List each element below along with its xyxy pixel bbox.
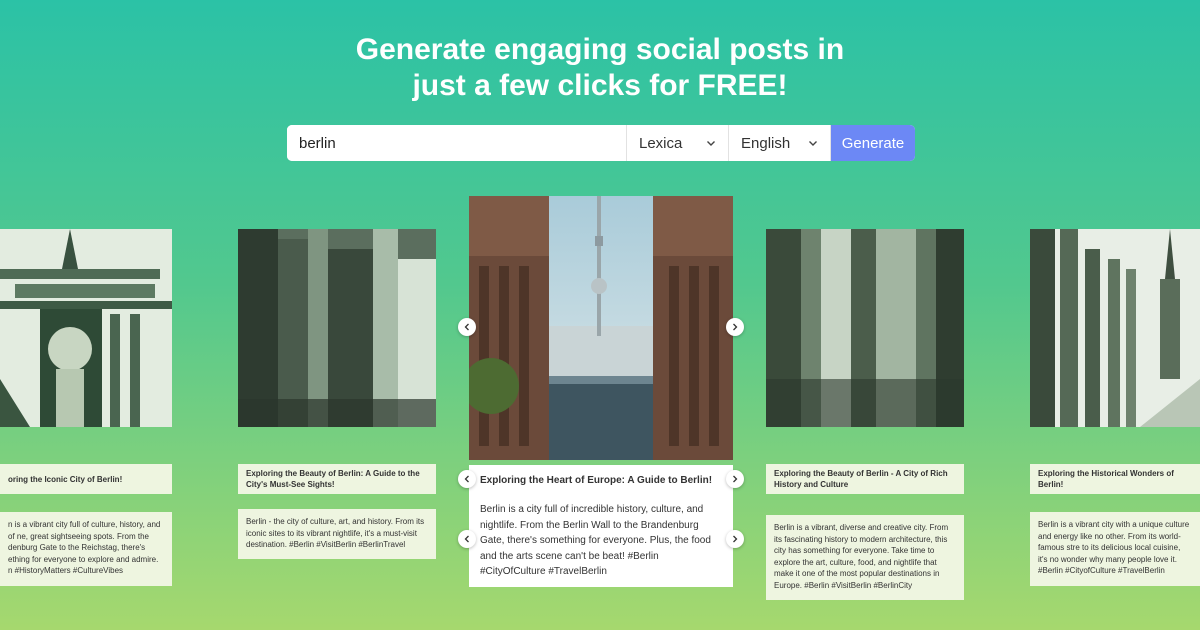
chevron-down-icon — [809, 141, 817, 146]
headline-line-2: just a few clicks for FREE! — [412, 69, 788, 102]
post-body: n is a vibrant city full of culture, his… — [0, 512, 172, 586]
chevron-left-icon — [464, 323, 469, 331]
generate-button[interactable]: Generate — [831, 125, 915, 161]
chevron-right-icon — [733, 323, 738, 331]
post-body: Berlin is a city full of incredible hist… — [469, 494, 733, 587]
image-prev-button[interactable] — [458, 318, 476, 336]
search-input[interactable] — [287, 125, 627, 161]
post-title: Exploring the Historical Wonders of Berl… — [1030, 464, 1200, 494]
language-select[interactable]: English — [729, 125, 831, 161]
post-body: Berlin - the city of culture, art, and h… — [238, 509, 436, 559]
post-title: Exploring the Beauty of Berlin - A City … — [766, 464, 964, 494]
chevron-right-icon — [733, 535, 738, 543]
post-image — [1030, 229, 1200, 427]
source-select-value: Lexica — [639, 134, 683, 152]
post-image — [469, 196, 733, 460]
post-title: Exploring the Beauty of Berlin: A Guide … — [238, 464, 436, 494]
post-title: oring the Iconic City of Berlin! — [0, 464, 172, 494]
chevron-left-icon — [464, 475, 469, 483]
post-title: Exploring the Heart of Europe: A Guide t… — [469, 465, 733, 495]
search-bar: Lexica English Generate — [287, 125, 915, 161]
chevron-down-icon — [707, 141, 715, 146]
post-body: Berlin is a vibrant city with a unique c… — [1030, 512, 1200, 586]
title-prev-button[interactable] — [458, 470, 476, 488]
headline-line-1: Generate engaging social posts in — [355, 33, 845, 66]
language-select-value: English — [741, 134, 791, 152]
post-body: Berlin is a vibrant, diverse and creativ… — [766, 515, 964, 600]
post-image — [0, 229, 172, 427]
page-headline: Generate engaging social posts in just a… — [0, 32, 1200, 104]
post-image — [238, 229, 436, 427]
chevron-left-icon — [464, 535, 469, 543]
chevron-right-icon — [733, 475, 738, 483]
source-select[interactable]: Lexica — [627, 125, 729, 161]
post-image — [766, 229, 964, 427]
title-next-button[interactable] — [726, 470, 744, 488]
image-next-button[interactable] — [726, 318, 744, 336]
text-prev-button[interactable] — [458, 530, 476, 548]
text-next-button[interactable] — [726, 530, 744, 548]
